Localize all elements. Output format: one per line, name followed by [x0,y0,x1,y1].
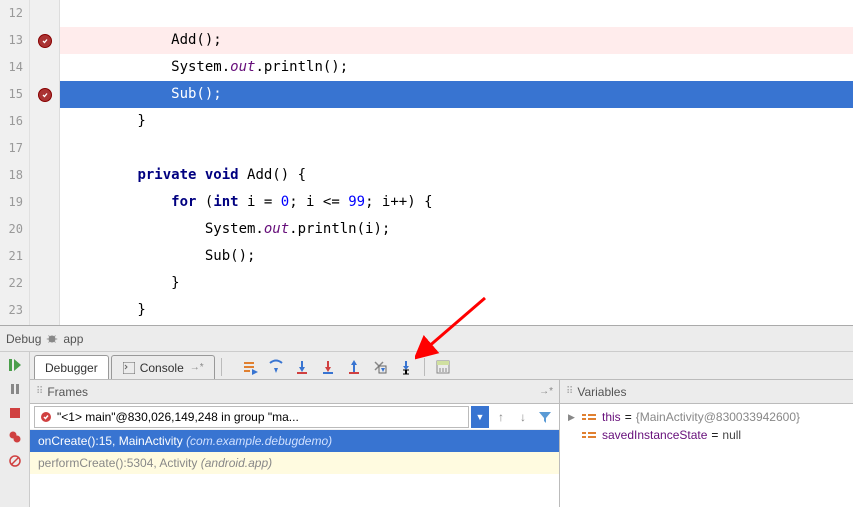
breakpoint-gutter[interactable] [30,0,60,325]
expand-icon[interactable]: ▶ [568,412,578,423]
breakpoint-slot[interactable] [30,270,59,297]
line-number-gutter: 121314151617181920212223 [0,0,30,325]
line-number: 14 [0,54,23,81]
line-number: 23 [0,297,23,324]
variables-list[interactable]: ▶this = {MainActivity@830033942600}saved… [560,404,853,507]
console-icon [122,361,136,375]
breakpoint-slot[interactable] [30,135,59,162]
pin-icon: →* [190,362,204,373]
breakpoint-slot[interactable] [30,54,59,81]
step-into-button[interactable] [290,356,314,378]
code-line[interactable]: Sub(); [60,243,853,270]
line-number: 17 [0,135,23,162]
breakpoint-slot[interactable] [30,189,59,216]
bug-icon [45,332,59,346]
line-number: 13 [0,27,23,54]
frame-up-button[interactable]: ↑ [491,406,511,428]
debug-tabs-row: Debugger Console →* [30,352,853,380]
grip-icon[interactable]: ⠿ [36,386,41,397]
code-line[interactable]: System.out.println(); [60,54,853,81]
stack-frame[interactable]: onCreate():15, MainActivity (com.example… [30,430,559,452]
variable-row[interactable]: ▶this = {MainActivity@830033942600} [564,408,849,426]
code-area[interactable]: Add(); System.out.println(); Sub(); } pr… [60,0,853,325]
code-line[interactable]: } [60,297,853,324]
view-breakpoints-button[interactable] [4,426,26,448]
pin-icon[interactable]: →* [539,386,553,397]
code-line[interactable]: Add(); [60,27,853,54]
debug-side-toolbar [0,352,30,507]
breakpoint-icon[interactable] [38,34,52,48]
variables-pane: ⠿ Variables ▶this = {MainActivity@830033… [560,380,853,507]
line-number: 18 [0,162,23,189]
breakpoint-icon[interactable] [38,88,52,102]
evaluate-expression-button[interactable] [431,356,455,378]
variables-header: ⠿ Variables [560,380,853,404]
breakpoint-slot[interactable] [30,27,59,54]
breakpoint-slot[interactable] [30,243,59,270]
pause-button[interactable] [4,378,26,400]
code-line[interactable]: private void Add() { [60,162,853,189]
code-line[interactable]: } [60,108,853,135]
debug-config-name: app [63,332,83,346]
stack-frame[interactable]: performCreate():5304, Activity (android.… [30,452,559,474]
run-to-cursor-button[interactable] [394,356,418,378]
line-number: 20 [0,216,23,243]
filter-button[interactable] [535,406,555,428]
debug-label: Debug [6,332,41,346]
grip-icon[interactable]: ⠿ [566,386,571,397]
tab-debugger[interactable]: Debugger [34,355,109,379]
frame-down-button[interactable]: ↓ [513,406,533,428]
frames-pane: ⠿ Frames →* "<1> main"@830,026,149,248 i… [30,380,560,507]
thread-icon [39,410,53,424]
code-line[interactable] [60,0,853,27]
resume-button[interactable] [4,354,26,376]
line-number: 15 [0,81,23,108]
mute-breakpoints-button[interactable] [4,450,26,472]
line-number: 12 [0,0,23,27]
variable-row[interactable]: savedInstanceState = null [564,426,849,444]
code-editor[interactable]: 121314151617181920212223 Add(); System.o… [0,0,853,325]
step-over-button[interactable] [264,356,288,378]
thread-dropdown-button[interactable]: ▼ [471,406,489,428]
thread-dropdown[interactable]: "<1> main"@830,026,149,248 in group "ma.… [34,406,469,428]
debug-panel: Debug app Debugger Console →* [0,325,853,507]
thread-selector-row: "<1> main"@830,026,149,248 in group "ma.… [30,404,559,430]
breakpoint-slot[interactable] [30,216,59,243]
line-number: 21 [0,243,23,270]
line-number: 16 [0,108,23,135]
step-out-button[interactable] [342,356,366,378]
drop-frame-button[interactable] [368,356,392,378]
line-number: 22 [0,270,23,297]
debug-header: Debug app [0,326,853,352]
force-step-into-button[interactable] [316,356,340,378]
code-line[interactable]: } [60,270,853,297]
breakpoint-slot[interactable] [30,162,59,189]
code-line[interactable]: System.out.println(i); [60,216,853,243]
code-line[interactable]: Sub(); [60,81,853,108]
stop-button[interactable] [4,402,26,424]
show-execution-point-button[interactable] [238,356,262,378]
line-number: 19 [0,189,23,216]
code-line[interactable] [60,135,853,162]
tab-console[interactable]: Console →* [111,355,215,379]
breakpoint-slot[interactable] [30,297,59,324]
variable-icon [582,411,598,423]
frames-list[interactable]: onCreate():15, MainActivity (com.example… [30,430,559,507]
variable-icon [582,429,598,441]
frames-header: ⠿ Frames →* [30,380,559,404]
breakpoint-slot[interactable] [30,108,59,135]
breakpoint-slot[interactable] [30,81,59,108]
breakpoint-slot[interactable] [30,0,59,27]
code-line[interactable]: for (int i = 0; i <= 99; i++) { [60,189,853,216]
